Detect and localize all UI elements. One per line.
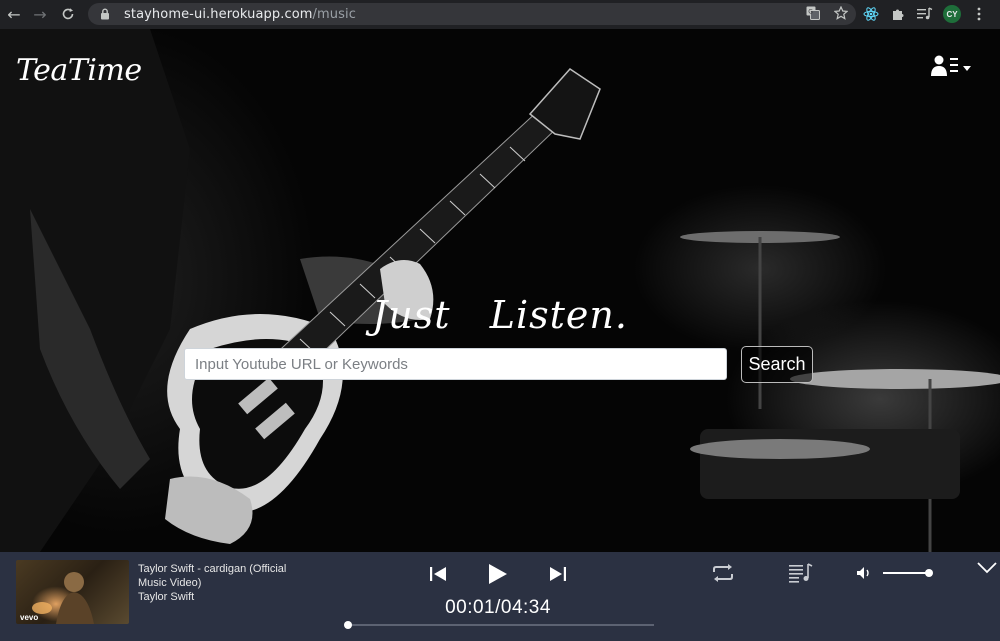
app-logo[interactable]: TeaTime xyxy=(16,53,142,88)
headline: Just Listen. xyxy=(372,293,628,337)
browser-toolbar: ← → stayhome-ui.herokuapp.com/music G CY xyxy=(0,0,1000,29)
back-icon[interactable]: ← xyxy=(1,1,27,27)
user-menu-button[interactable] xyxy=(931,55,973,82)
reload-icon[interactable] xyxy=(55,1,81,27)
repeat-icon[interactable] xyxy=(710,563,736,583)
address-bar[interactable]: stayhome-ui.herokuapp.com/music G xyxy=(88,3,856,25)
next-track-icon[interactable] xyxy=(548,564,568,584)
user-icon xyxy=(931,55,961,82)
url-host: stayhome-ui.herokuapp.com xyxy=(124,6,313,22)
lock-icon xyxy=(98,7,112,21)
vevo-badge: vevo xyxy=(20,613,39,622)
collapse-player-icon[interactable] xyxy=(976,560,998,576)
media-queue-icon[interactable] xyxy=(916,5,934,23)
kebab-menu-icon[interactable] xyxy=(970,5,988,23)
caret-down-icon xyxy=(963,59,971,77)
track-thumbnail[interactable]: vevo xyxy=(16,560,129,624)
previous-track-icon[interactable] xyxy=(428,564,448,584)
svg-text:G: G xyxy=(808,9,813,16)
url-text: stayhome-ui.herokuapp.com/music xyxy=(124,7,356,22)
track-title: Taylor Swift - cardigan (Official Music … xyxy=(138,563,287,589)
progress-bar[interactable] xyxy=(344,621,654,629)
profile-avatar[interactable]: CY xyxy=(943,5,961,23)
hero-section: TeaTime Just Listen. Search xyxy=(0,29,1000,552)
search-input[interactable] xyxy=(184,348,727,380)
translate-icon[interactable]: G xyxy=(806,6,820,25)
progress-bar-knob[interactable] xyxy=(344,621,353,629)
track-artist: Taylor Swift xyxy=(138,591,195,603)
url-path: /music xyxy=(312,6,356,22)
bookmark-star-icon[interactable] xyxy=(833,5,849,25)
volume-slider-knob[interactable] xyxy=(925,569,934,577)
search-button[interactable]: Search xyxy=(741,346,813,383)
guitar-background-image xyxy=(0,29,1000,552)
playback-time: 00:01/04:34 xyxy=(445,597,551,618)
playlist-icon[interactable] xyxy=(788,563,814,583)
react-devtools-icon[interactable] xyxy=(862,5,880,23)
extensions-puzzle-icon[interactable] xyxy=(889,5,907,23)
player-bar: vevo Taylor Swift - cardigan (Official M… xyxy=(0,552,1000,641)
forward-icon[interactable]: → xyxy=(27,1,53,27)
volume-slider[interactable] xyxy=(883,569,934,577)
volume-icon[interactable] xyxy=(856,565,874,581)
play-icon[interactable] xyxy=(486,562,510,586)
